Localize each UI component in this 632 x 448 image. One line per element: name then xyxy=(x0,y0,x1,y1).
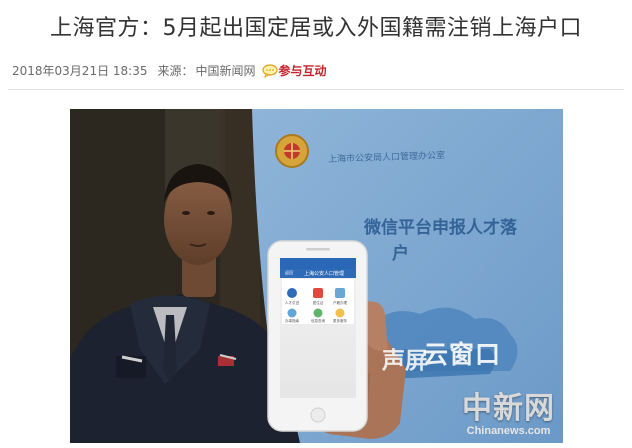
publish-date: 2018年03月21日 18:35 xyxy=(12,64,148,78)
phone-app-label: 人才引进 xyxy=(285,301,299,305)
banner-cloud-text: 云窗口 xyxy=(423,340,502,369)
chinanews-watermark: 中新网 Chinanews.com xyxy=(462,391,555,438)
phone-back-button: 返回 xyxy=(285,270,293,275)
phone-app-label: 办事指南 xyxy=(285,319,299,323)
source-name[interactable]: 中国新闻网 xyxy=(196,62,256,80)
article-headline: 上海官方：5月起出国定居或入外国籍需注销上海户口 xyxy=(50,16,582,41)
chat-bubble-icon[interactable] xyxy=(261,64,278,78)
banner-slogan-continued: 户 xyxy=(392,244,409,264)
banner-cloud-left-text: 声屏 xyxy=(382,348,428,374)
comment-link[interactable]: 参与互动 xyxy=(279,62,327,80)
header-divider xyxy=(8,89,624,90)
banner-slogan: 微信平台申报人才落 xyxy=(364,218,517,238)
phone-app-label: 户籍办理 xyxy=(333,301,347,305)
watermark-english: Chinanews.com xyxy=(466,425,551,437)
phone-app-title: 上海公安人口管理 xyxy=(303,271,344,277)
article-photo: 上海市公安局人口管理办公室 微信平台申报人才落 户 声屏 云窗口 返回 上海公安… xyxy=(70,109,563,443)
article-meta: 2018年03月21日 18:35 来源： 中国新闻网 参与互动 xyxy=(12,62,327,80)
watermark-chinese: 中新网 xyxy=(462,391,555,426)
source-label: 来源： xyxy=(157,64,194,78)
phone-app-label: 更多服务 xyxy=(333,319,347,323)
